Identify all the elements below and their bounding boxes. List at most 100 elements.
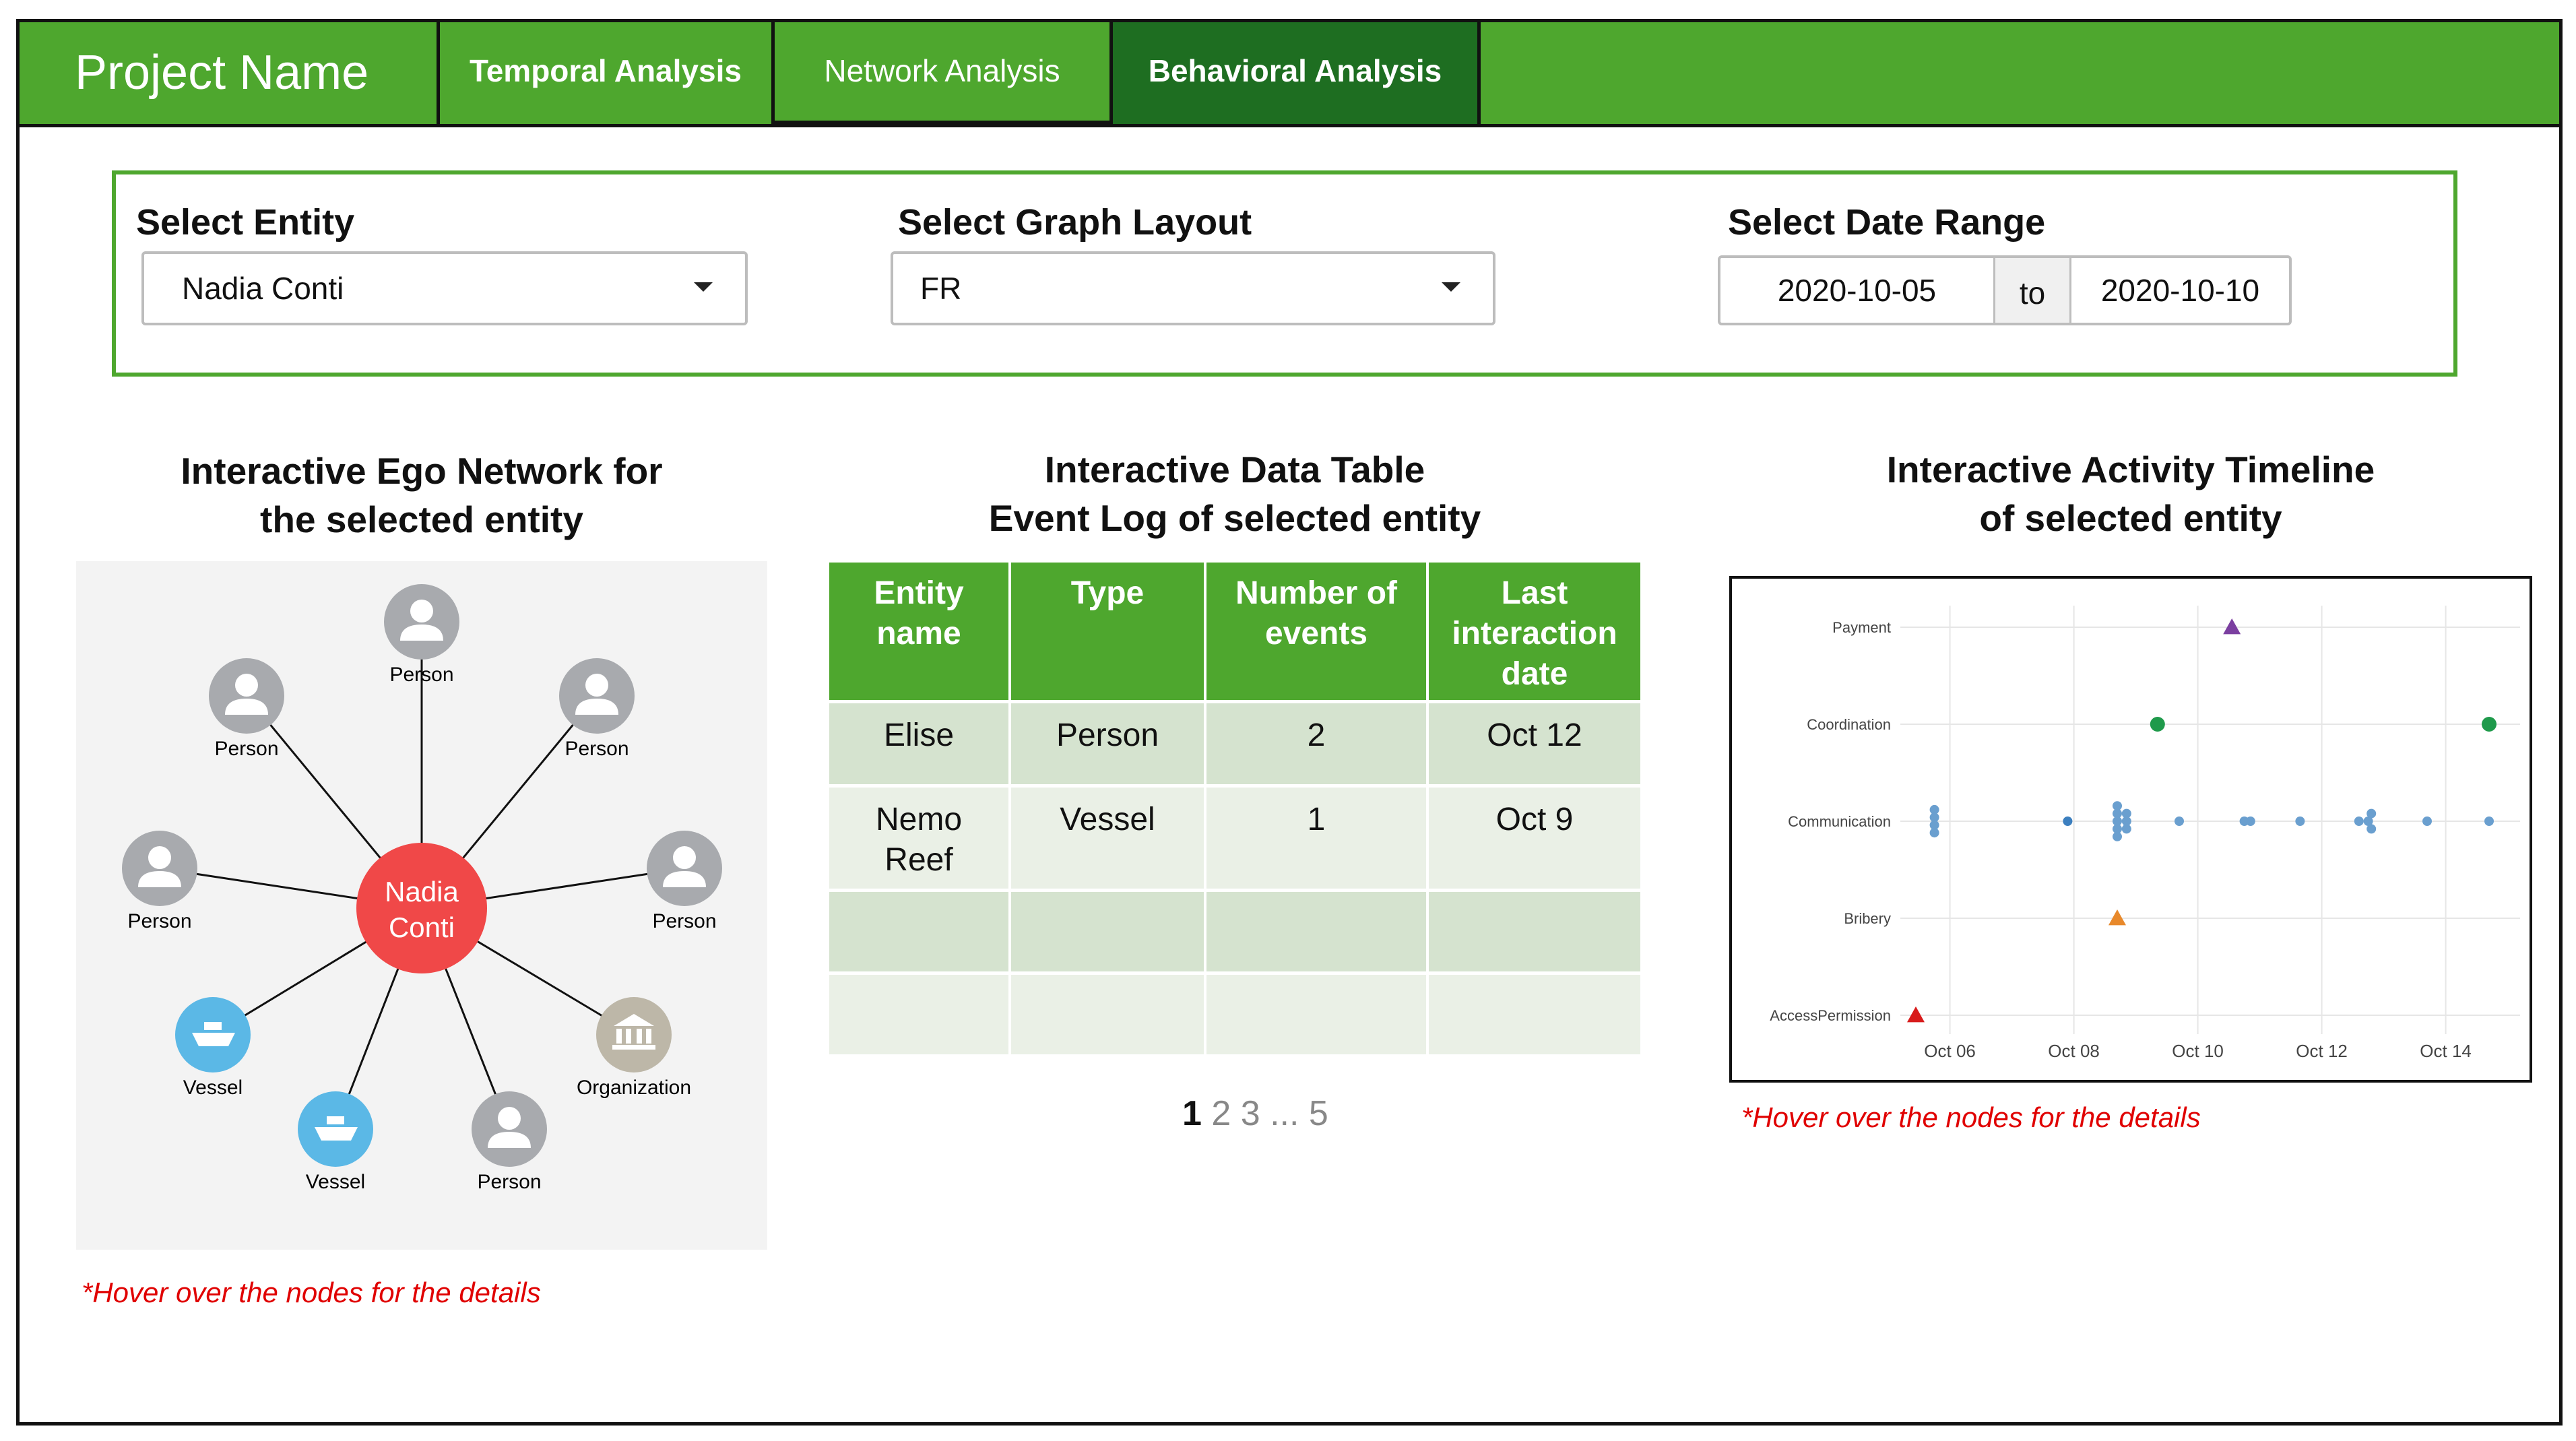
data-point-triangle[interactable] — [2108, 909, 2126, 926]
y-tick-label: Bribery — [1844, 910, 1891, 927]
cell-entity-name — [829, 889, 1011, 973]
node-organization[interactable]: Organization — [577, 997, 691, 1099]
y-tick-label: Communication — [1788, 813, 1891, 830]
cell-date: Oct 9 — [1427, 784, 1640, 891]
data-point-circle[interactable] — [2175, 816, 2184, 826]
data-point-triangle[interactable] — [2223, 618, 2241, 635]
data-point-circle[interactable] — [2484, 816, 2494, 826]
table-pagination[interactable]: 1 2 3 ... 5 — [1182, 1093, 1328, 1134]
data-point-circle[interactable] — [2354, 816, 2364, 826]
data-point-circle[interactable] — [2482, 717, 2497, 732]
data-point-triangle[interactable] — [1907, 1006, 1925, 1023]
cell-text: Nemo — [875, 802, 963, 837]
column-header-text: name — [876, 616, 961, 651]
chevron-down-icon — [694, 282, 713, 292]
top-navigation-bar: Project Name Temporal Analysis Network A… — [20, 22, 2559, 127]
ego-network-title-line1: Interactive Ego Network for — [181, 450, 663, 492]
node-label: Person — [214, 738, 278, 760]
data-point-circle[interactable] — [2245, 816, 2255, 826]
cell-type — [1010, 889, 1206, 973]
layout-dropdown[interactable]: FR — [891, 251, 1495, 325]
node-person-right[interactable]: Person — [647, 831, 722, 932]
center-node-label-line2: Conti — [389, 911, 455, 943]
y-tick-label: Payment — [1832, 619, 1891, 636]
cell-events: 2 — [1205, 700, 1429, 786]
node-label: Organization — [577, 1077, 691, 1099]
timeline-plot: Payment Coordination Communication Bribery A… — [1770, 606, 2520, 1061]
tab-temporal-analysis[interactable]: Temporal Analysis — [437, 22, 775, 124]
page-current[interactable]: 1 — [1182, 1094, 1202, 1133]
center-node-nadia-conti[interactable]: Nadia Conti — [356, 843, 487, 973]
x-tick-label: Oct 14 — [2420, 1041, 2472, 1061]
cell-entity-name: Nemo Reef — [829, 784, 1011, 891]
tab-network-analysis[interactable]: Network Analysis — [771, 22, 1113, 124]
column-header-text: Type — [1070, 575, 1145, 611]
node-person-left[interactable]: Person — [122, 831, 197, 932]
data-point-circle[interactable] — [1929, 828, 1939, 838]
y-tick-label: AccessPermission — [1770, 1007, 1891, 1024]
cell-events: 1 — [1205, 784, 1429, 891]
node-person-upper-right[interactable]: Person — [559, 658, 635, 760]
table-header-row: Entity name Type Number of events Last i… — [829, 563, 1640, 702]
node-label: Person — [477, 1171, 541, 1193]
data-point-circle[interactable] — [2063, 816, 2073, 826]
table-row[interactable]: Nemo Reef Vessel 1 Oct 9 — [829, 784, 1640, 891]
node-vessel-left[interactable]: Vessel — [175, 997, 251, 1099]
data-point-circle[interactable] — [2113, 831, 2122, 841]
column-header-text: date — [1501, 656, 1568, 692]
column-header-type[interactable]: Type — [1010, 563, 1206, 702]
table-row[interactable] — [829, 971, 1640, 1054]
cell-type — [1010, 971, 1206, 1054]
project-name: Project Name — [75, 46, 369, 100]
page-links[interactable]: 2 3 ... 5 — [1202, 1094, 1328, 1133]
table-row[interactable]: Elise Person 2 Oct 12 — [829, 700, 1640, 786]
tab-behavioral-analysis[interactable]: Behavioral Analysis — [1109, 22, 1481, 124]
column-header-last-interaction-date[interactable]: Last interaction date — [1427, 563, 1640, 702]
cell-events — [1205, 889, 1429, 973]
node-person-upper-left[interactable]: Person — [209, 658, 284, 760]
data-point-circle[interactable] — [2366, 808, 2377, 819]
dashboard-frame: Project Name Temporal Analysis Network A… — [16, 19, 2563, 1426]
node-person-top[interactable]: Person — [384, 584, 459, 686]
select-entity-label: Select Entity — [136, 202, 355, 243]
ego-network-title: Interactive Ego Network for the selected… — [76, 447, 767, 544]
timeline-hover-hint: *Hover over the nodes for the details — [1741, 1101, 2201, 1133]
select-date-range-label: Select Date Range — [1728, 202, 2046, 243]
table-row[interactable] — [829, 889, 1640, 973]
data-point-circle[interactable] — [2295, 816, 2305, 826]
entity-dropdown-value: Nadia Conti — [182, 271, 344, 306]
data-point-circle[interactable] — [2150, 717, 2165, 732]
date-range-picker: 2020-10-05 to 2020-10-10 — [1718, 255, 2292, 325]
data-point-circle[interactable] — [2422, 816, 2432, 826]
layout-dropdown-value: FR — [920, 271, 962, 306]
column-header-number-of-events[interactable]: Number of events — [1205, 563, 1429, 702]
start-date-input[interactable]: 2020-10-05 — [1720, 258, 1993, 323]
node-label: Person — [127, 910, 191, 932]
cell-text: Elise — [883, 717, 955, 753]
node-vessel-bottom[interactable]: Vessel — [298, 1091, 373, 1193]
end-date-input[interactable]: 2020-10-10 — [2071, 258, 2289, 323]
column-header-entity-name[interactable]: Entity name — [829, 563, 1011, 702]
cell-date — [1427, 889, 1640, 973]
column-header-text: interaction — [1452, 616, 1617, 651]
column-header-text: Entity — [874, 575, 964, 611]
ego-network-hover-hint: *Hover over the nodes for the details — [82, 1277, 541, 1308]
node-label: Vessel — [183, 1077, 243, 1099]
data-point-circle[interactable] — [2366, 824, 2377, 834]
data-point-circle[interactable] — [2121, 824, 2131, 834]
node-label: Person — [652, 910, 716, 932]
x-tick-label: Oct 12 — [2296, 1041, 2348, 1061]
cell-date — [1427, 971, 1640, 1054]
ego-network-graph: Nadia Conti Person Person Person Person … — [76, 561, 767, 1250]
entity-dropdown[interactable]: Nadia Conti — [141, 251, 748, 325]
x-tick-label: Oct 10 — [2172, 1041, 2224, 1061]
select-layout-label: Select Graph Layout — [898, 202, 1252, 243]
column-header-text: events — [1264, 616, 1368, 651]
y-tick-label: Coordination — [1807, 716, 1891, 733]
node-person-bottom[interactable]: Person — [472, 1091, 547, 1193]
cell-date: Oct 12 — [1427, 700, 1640, 786]
cell-entity-name: Elise — [829, 700, 1011, 786]
data-table-title-line1: Interactive Data Table — [1044, 449, 1425, 490]
timeline-title: Interactive Activity Timeline of selecte… — [1729, 445, 2532, 542]
center-node-label-line1: Nadia — [385, 876, 459, 907]
